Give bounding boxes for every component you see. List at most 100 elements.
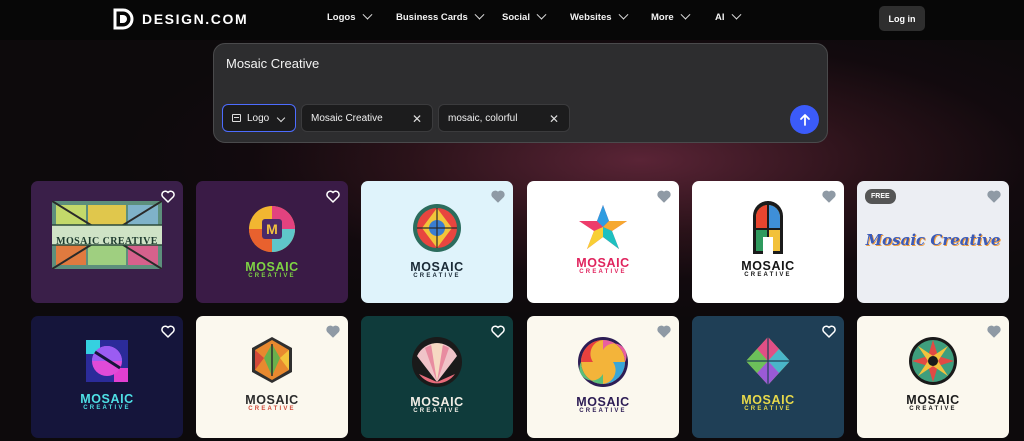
card-subtitle: CREATIVE: [248, 273, 296, 279]
favorite-button[interactable]: [326, 325, 340, 338]
name-chip[interactable]: Mosaic Creative ✕: [301, 104, 433, 132]
logo-card[interactable]: MOSAIC CREATIVE: [361, 181, 513, 303]
logo-card[interactable]: MOSAIC CREATIVE: [31, 316, 183, 438]
submit-button[interactable]: [790, 105, 819, 134]
diamond-circle-icon: [86, 340, 128, 382]
favorite-button[interactable]: [161, 325, 175, 338]
nav-social-label: Social: [502, 12, 530, 23]
card-title: MOSAIC: [245, 393, 299, 407]
swirl-circle-icon: [578, 337, 628, 387]
keywords-chip-label: mosaic, colorful: [448, 112, 518, 124]
layout-icon: [232, 114, 241, 122]
favorite-button[interactable]: [326, 190, 340, 203]
keywords-chip[interactable]: mosaic, colorful ✕: [438, 104, 570, 132]
logo-card[interactable]: M MOSAIC CREATIVE: [196, 181, 348, 303]
logo-card[interactable]: MOSAIC CREATIVE: [527, 181, 679, 303]
arrow-up-icon: [799, 114, 810, 126]
top-nav: DESIGN.COM Logos Business Cards Social W…: [0, 0, 1024, 40]
type-select[interactable]: Logo: [222, 104, 296, 132]
nav-websites[interactable]: Websites: [570, 9, 628, 23]
heart-icon: [326, 325, 340, 338]
logo-card[interactable]: MOSAIC CREATIVE: [692, 181, 844, 303]
favorite-button[interactable]: [657, 325, 671, 338]
favorite-button[interactable]: [491, 190, 505, 203]
card-title: Mosaic Creative: [865, 231, 1001, 249]
heart-icon: [491, 325, 505, 338]
heart-icon: [326, 190, 340, 203]
card-title: MOSAIC: [80, 392, 134, 406]
close-icon[interactable]: ✕: [412, 112, 422, 126]
brand-logo[interactable]: DESIGN.COM: [112, 8, 248, 30]
logo-card[interactable]: MOSAIC CREATIVE: [527, 316, 679, 438]
swirl-circle-emblem: [577, 336, 629, 388]
star-mosaic-emblem: [577, 203, 629, 251]
nav-logos[interactable]: Logos: [327, 9, 372, 23]
brand-name: DESIGN.COM: [142, 11, 249, 27]
diamond-mosaic-emblem: [745, 336, 791, 386]
nav-more[interactable]: More: [651, 9, 691, 23]
favorite-button[interactable]: [987, 325, 1001, 338]
nav-ai[interactable]: AI: [715, 9, 741, 23]
arch-window-emblem: [751, 199, 785, 255]
free-badge: FREE: [865, 189, 896, 204]
logo-card[interactable]: MOSAIC CREATIVE: [196, 316, 348, 438]
round-mosaic-emblem: [412, 203, 462, 253]
card-subtitle: CREATIVE: [248, 406, 296, 412]
card-title: MOSAIC: [576, 395, 630, 409]
mandala-icon: [909, 337, 957, 385]
chevron-down-icon: [618, 9, 628, 20]
favorite-button[interactable]: [822, 325, 836, 338]
close-icon[interactable]: ✕: [549, 112, 559, 126]
nav-logos-label: Logos: [327, 12, 356, 23]
card-subtitle: CREATIVE: [744, 406, 792, 412]
prompt-box: Mosaic Creative Logo Mosaic Creative ✕ m…: [213, 43, 828, 143]
login-button[interactable]: Log in: [879, 6, 925, 31]
card-subtitle: CREATIVE: [83, 405, 131, 411]
hexagon-leaf-emblem: [250, 336, 294, 384]
card-subtitle: CREATIVE: [909, 406, 957, 412]
mosaic-m-icon: M: [249, 206, 295, 252]
arch-window-icon: [753, 201, 783, 254]
logo-card[interactable]: MOSAIC CREATIVE: [31, 181, 183, 303]
chevron-down-icon: [362, 9, 372, 20]
nav-ai-label: AI: [715, 12, 725, 23]
nav-business-cards[interactable]: Business Cards: [396, 9, 485, 23]
mosaic-frame-icon: [49, 200, 165, 270]
heart-icon: [657, 325, 671, 338]
card-subtitle: CREATIVE: [579, 408, 627, 414]
round-mosaic-icon: [413, 204, 461, 252]
favorite-button[interactable]: [822, 190, 836, 203]
card-subtitle: CREATIVE: [579, 269, 627, 275]
chevron-down-icon: [474, 9, 485, 20]
heart-icon: [987, 190, 1001, 203]
heart-icon: [491, 190, 505, 203]
card-title: MOSAIC: [741, 393, 795, 407]
star-mosaic-icon: [579, 205, 627, 249]
nav-more-label: More: [651, 12, 674, 23]
favorite-button[interactable]: [491, 325, 505, 338]
chevron-down-icon: [731, 9, 741, 20]
logo-card[interactable]: MOSAIC CREATIVE: [857, 316, 1009, 438]
card-subtitle: CREATIVE: [744, 272, 792, 278]
card-title: MOSAIC: [576, 256, 630, 270]
heart-icon: [822, 190, 836, 203]
type-select-label: Logo: [247, 112, 270, 124]
logo-card[interactable]: FREE Mosaic Creative: [857, 181, 1009, 303]
favorite-button[interactable]: [657, 190, 671, 203]
heart-icon: [987, 325, 1001, 338]
heart-icon: [161, 190, 175, 203]
nav-business-cards-label: Business Cards: [396, 12, 468, 23]
prompt-input[interactable]: Mosaic Creative: [226, 56, 319, 71]
logo-card[interactable]: MOSAIC CREATIVE: [692, 316, 844, 438]
card-subtitle: CREATIVE: [413, 273, 461, 279]
stained-glass-emblem: [49, 200, 165, 270]
card-title: MOSAIC: [906, 393, 960, 407]
nav-websites-label: Websites: [570, 12, 612, 23]
logo-card[interactable]: MOSAIC CREATIVE: [361, 316, 513, 438]
favorite-button[interactable]: [161, 190, 175, 203]
nav-social[interactable]: Social: [502, 9, 547, 23]
favorite-button[interactable]: [987, 190, 1001, 203]
mandala-emblem: [908, 336, 958, 386]
diamond-mosaic-icon: [746, 337, 790, 385]
svg-text:M: M: [266, 221, 278, 237]
